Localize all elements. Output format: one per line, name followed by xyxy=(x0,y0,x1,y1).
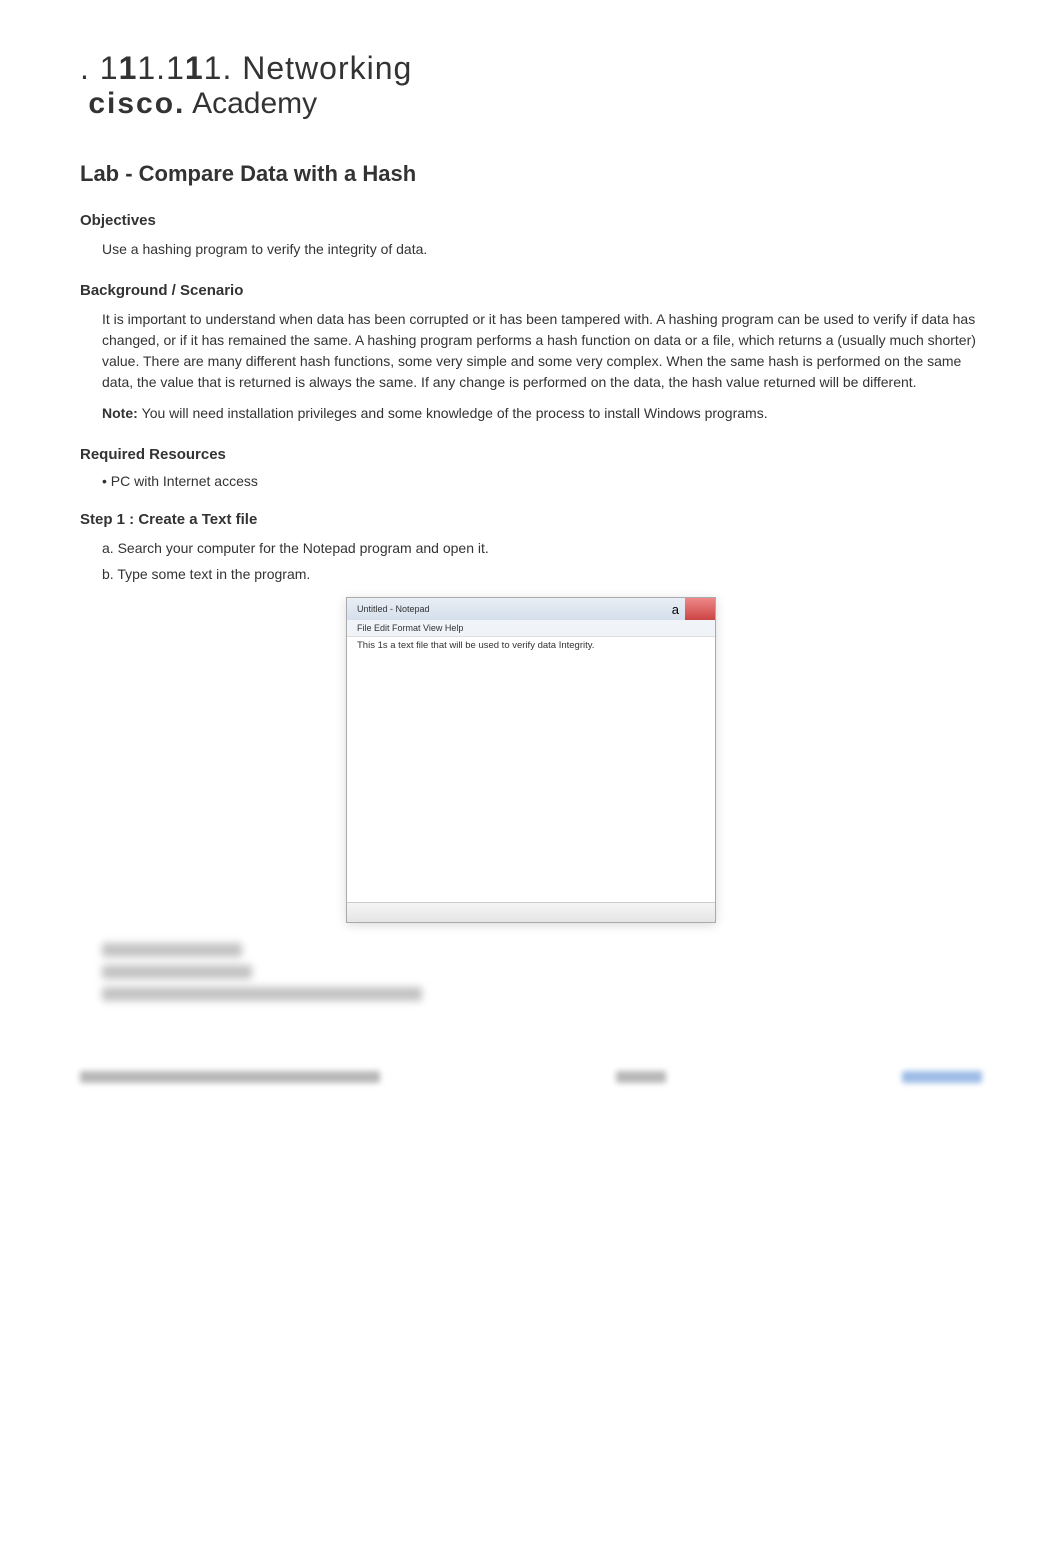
header-bold1: 1 xyxy=(119,50,138,86)
header-suffix: 1. Networking xyxy=(204,50,413,86)
objectives-heading: Objectives xyxy=(80,212,982,229)
academy-text: Academy xyxy=(185,87,317,120)
notepad-text-area[interactable]: This 1s a text file that will be used to… xyxy=(347,637,715,902)
blurred-line-1 xyxy=(102,943,242,957)
notepad-statusbar xyxy=(347,902,715,922)
notepad-title: Untitled - Notepad xyxy=(357,604,430,614)
header-prefix: . 1 xyxy=(80,50,119,86)
footer-copyright xyxy=(80,1071,380,1083)
blurred-content xyxy=(80,943,982,1001)
background-text: It is important to understand when data … xyxy=(102,309,982,393)
header-bold2: 1 xyxy=(185,50,204,86)
lab-title: Lab - Compare Data with a Hash xyxy=(80,161,982,187)
note-text: You will need installation privileges an… xyxy=(142,405,768,421)
header-line2: cisco. Academy xyxy=(80,87,982,121)
note-label: Note: xyxy=(102,405,142,421)
notepad-menubar[interactable]: File Edit Format View Help xyxy=(347,620,715,637)
step1-item-b: b. Type some text in the program. xyxy=(102,566,982,582)
close-icon[interactable] xyxy=(685,598,715,620)
footer-page-number xyxy=(616,1071,666,1083)
notepad-window: Untitled - Notepad a File Edit Format Vi… xyxy=(346,597,716,923)
document-header: . 111.111. Networking cisco. Academy xyxy=(80,50,982,121)
resources-heading: Required Resources xyxy=(80,446,982,463)
titlebar-right: a xyxy=(672,598,715,620)
background-note: Note: You will need installation privile… xyxy=(102,403,982,424)
header-mid: 1.1 xyxy=(137,50,184,86)
resources-bullet: • PC with Internet access xyxy=(102,473,982,489)
notepad-titlebar: Untitled - Notepad a xyxy=(347,598,715,620)
blurred-line-2 xyxy=(102,965,252,979)
header-line1: . 111.111. Networking xyxy=(80,50,982,87)
step1-item-a: a. Search your computer for the Notepad … xyxy=(102,540,982,556)
blurred-line-3 xyxy=(102,987,422,1001)
titlebar-annotation-a: a xyxy=(672,602,679,617)
step1-heading: Step 1 : Create a Text file xyxy=(80,511,982,528)
objectives-text: Use a hashing program to verify the inte… xyxy=(102,239,982,260)
background-heading: Background / Scenario xyxy=(80,282,982,299)
page-footer xyxy=(80,1071,982,1083)
cisco-logo-text: cisco. xyxy=(88,87,185,120)
footer-link xyxy=(902,1071,982,1083)
